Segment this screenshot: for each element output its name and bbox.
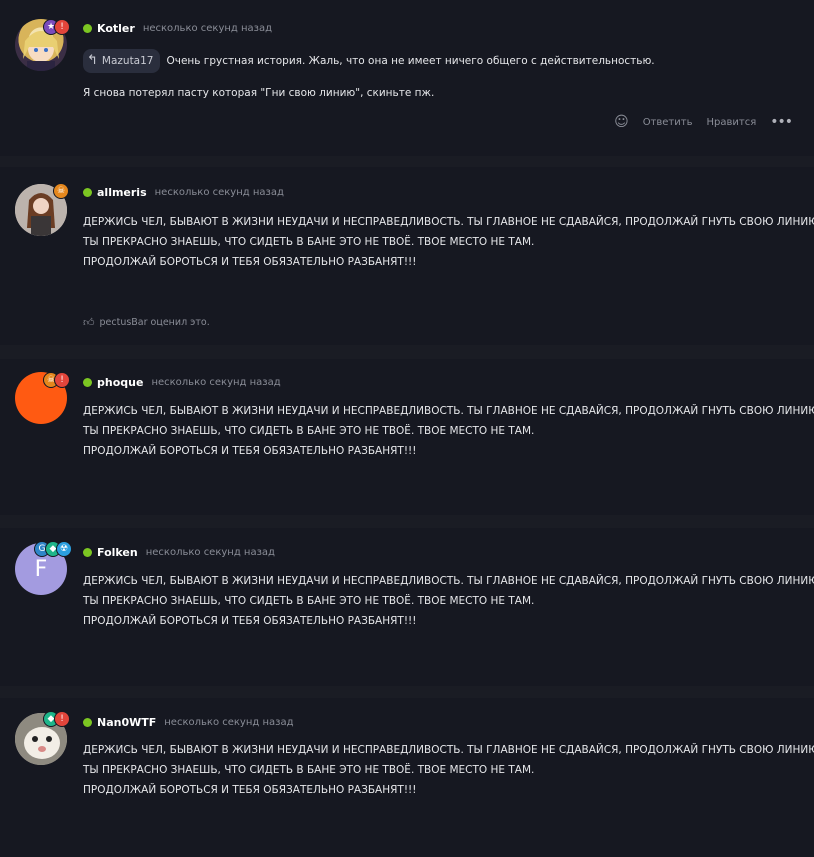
- comment-actions: ☺ Ответить Нравится •••: [614, 114, 793, 130]
- emoji-add-icon[interactable]: ☺: [614, 114, 629, 130]
- badges: ◆ !: [43, 711, 70, 727]
- comment-line: ПРОДОЛЖАЙ БОРОТЬСЯ И ТЕБЯ ОБЯЗАТЕЛЬНО РА…: [83, 445, 417, 457]
- author-name[interactable]: Folken: [97, 546, 138, 559]
- reply-arrow-icon: ↰: [87, 53, 98, 68]
- comment-card: ◆ ! Nan0WTF несколько секунд назад ДЕРЖИ…: [0, 698, 814, 857]
- comment-card: F G ◆ ☢ Folken несколько секунд назад ДЕ…: [0, 528, 814, 686]
- comment-meta: Nan0WTF несколько секунд назад: [83, 716, 294, 729]
- online-status-dot: [83, 548, 92, 557]
- online-status-dot: [83, 718, 92, 727]
- badges: ☠: [53, 183, 69, 199]
- shield-icon: !: [54, 711, 70, 727]
- author-name[interactable]: allmeris: [97, 186, 147, 199]
- comment-line: ДЕРЖИСЬ ЧЕЛ, БЫВАЮТ В ЖИЗНИ НЕУДАЧИ И НЕ…: [83, 216, 814, 228]
- radiation-icon: ☢: [56, 541, 72, 557]
- skull-icon: ☠: [53, 183, 69, 199]
- comment-body: ДЕРЖИСЬ ЧЕЛ, БЫВАЮТ В ЖИЗНИ НЕУДАЧИ И НЕ…: [83, 571, 814, 631]
- more-dots-icon[interactable]: •••: [770, 114, 793, 130]
- comment-meta: phoque несколько секунд назад: [83, 376, 281, 389]
- timestamp: несколько секунд назад: [154, 187, 284, 198]
- online-status-dot: [83, 378, 92, 387]
- comment-card: ☠ ! phoque несколько секунд назад ДЕРЖИС…: [0, 359, 814, 515]
- quote-text: Очень грустная история. Жаль, что она не…: [166, 55, 655, 67]
- comment-line: ДЕРЖИСЬ ЧЕЛ, БЫВАЮТ В ЖИЗНИ НЕУДАЧИ И НЕ…: [83, 575, 814, 587]
- like-button[interactable]: Нравится: [706, 117, 756, 128]
- comment-meta: allmeris несколько секунд назад: [83, 186, 284, 199]
- comment-body: ДЕРЖИСЬ ЧЕЛ, БЫВАЮТ В ЖИЗНИ НЕУДАЧИ И НЕ…: [83, 212, 814, 272]
- comment-line: ДЕРЖИСЬ ЧЕЛ, БЫВАЮТ В ЖИЗНИ НЕУДАЧИ И НЕ…: [83, 744, 814, 756]
- online-status-dot: [83, 24, 92, 33]
- comment-line: Я снова потерял пасту которая "Гни свою …: [83, 87, 435, 99]
- shield-icon: !: [54, 19, 70, 35]
- comment-line: ПРОДОЛЖАЙ БОРОТЬСЯ И ТЕБЯ ОБЯЗАТЕЛЬНО РА…: [83, 256, 417, 268]
- timestamp: несколько секунд назад: [151, 377, 281, 388]
- comment-line: ТЫ ПРЕКРАСНО ЗНАЕШЬ, ЧТО СИДЕТЬ В БАНЕ Э…: [83, 236, 535, 248]
- author-name[interactable]: Nan0WTF: [97, 716, 156, 729]
- quote-user: Mazuta17: [101, 55, 154, 67]
- liked-by: 👍︎ pectusBar оценил это.: [83, 316, 210, 329]
- comment-line: ТЫ ПРЕКРАСНО ЗНАЕШЬ, ЧТО СИДЕТЬ В БАНЕ Э…: [83, 595, 535, 607]
- comment-body: ДЕРЖИСЬ ЧЕЛ, БЫВАЮТ В ЖИЗНИ НЕУДАЧИ И НЕ…: [83, 401, 814, 461]
- timestamp: несколько секунд назад: [145, 547, 275, 558]
- author-name[interactable]: phoque: [97, 376, 143, 389]
- timestamp: несколько секунд назад: [142, 23, 273, 34]
- badges: G ◆ ☢: [34, 541, 72, 557]
- author-name[interactable]: Kotler: [97, 22, 135, 35]
- comment-line: ПРОДОЛЖАЙ БОРОТЬСЯ И ТЕБЯ ОБЯЗАТЕЛЬНО РА…: [83, 615, 417, 627]
- comment-body: ↰ Mazuta17 Очень грустная история. Жаль,…: [83, 49, 655, 103]
- comment-line: ПРОДОЛЖАЙ БОРОТЬСЯ И ТЕБЯ ОБЯЗАТЕЛЬНО РА…: [83, 784, 417, 796]
- comment-card: ☠ allmeris несколько секунд назад ДЕРЖИС…: [0, 167, 814, 345]
- timestamp: несколько секунд назад: [164, 717, 294, 728]
- comment-line: ТЫ ПРЕКРАСНО ЗНАЕШЬ, ЧТО СИДЕТЬ В БАНЕ Э…: [83, 425, 535, 437]
- badges: ☠ !: [43, 372, 70, 388]
- reply-button[interactable]: Ответить: [643, 117, 693, 128]
- comment-card: ★ ! Kotler несколько секунд назад ↰ Mazu…: [0, 0, 814, 156]
- thumbs-up-icon: 👍︎: [83, 316, 95, 329]
- comment-line: ДЕРЖИСЬ ЧЕЛ, БЫВАЮТ В ЖИЗНИ НЕУДАЧИ И НЕ…: [83, 405, 814, 417]
- badges: ★ !: [43, 19, 70, 35]
- comment-meta: Kotler несколько секунд назад: [83, 22, 272, 35]
- quote-mention[interactable]: ↰ Mazuta17: [83, 49, 161, 73]
- comment-body: ДЕРЖИСЬ ЧЕЛ, БЫВАЮТ В ЖИЗНИ НЕУДАЧИ И НЕ…: [83, 740, 814, 800]
- comment-line: ТЫ ПРЕКРАСНО ЗНАЕШЬ, ЧТО СИДЕТЬ В БАНЕ Э…: [83, 764, 535, 776]
- comment-meta: Folken несколько секунд назад: [83, 546, 275, 559]
- liked-by-text[interactable]: pectusBar оценил это.: [100, 317, 210, 328]
- online-status-dot: [83, 188, 92, 197]
- shield-icon: !: [54, 372, 70, 388]
